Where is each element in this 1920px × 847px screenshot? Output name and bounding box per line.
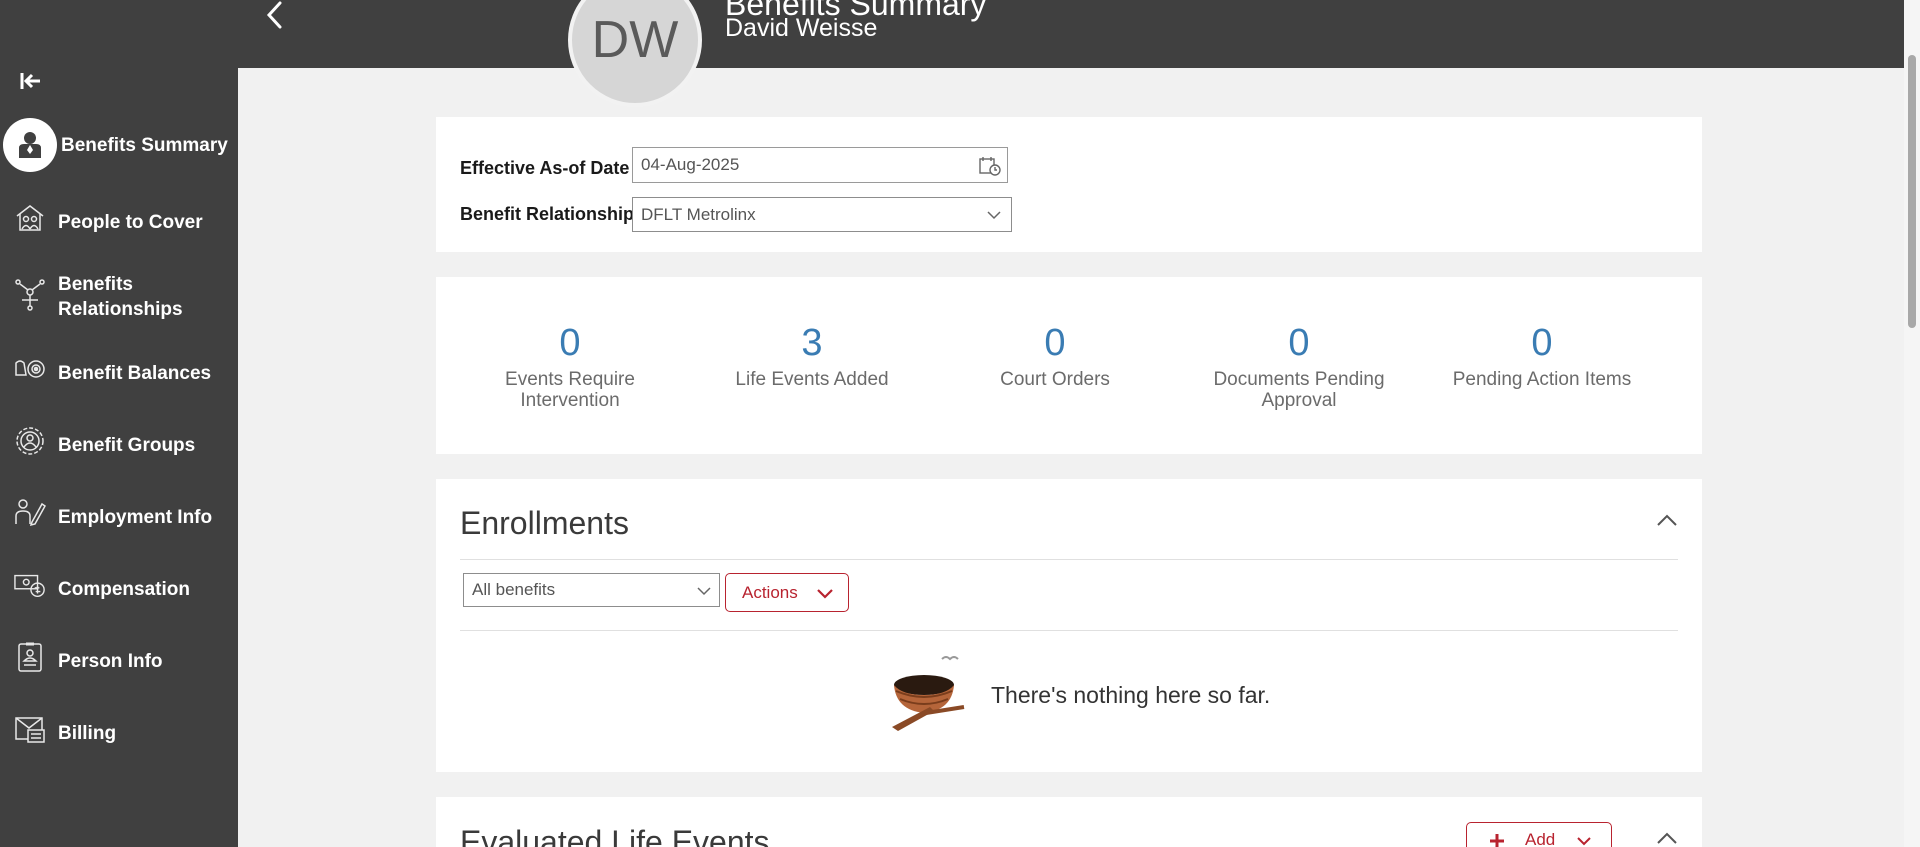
balances-icon (14, 353, 46, 385)
effective-date-value: 04-Aug-2025 (641, 155, 740, 174)
collapse-section-icon[interactable] (1656, 513, 1678, 527)
sidebar-item-label: Person Info (58, 651, 163, 672)
sidebar-item-benefits-relationships[interactable]: Benefits Relationships (0, 270, 238, 324)
sidebar-item-label: Benefit Balances (58, 363, 212, 384)
page-header: DW Benefits Summary David Weisse (238, 0, 1920, 107)
benefit-relationship-label: Benefit Relationship (460, 204, 635, 224)
sidebar-item-benefit-groups[interactable]: Benefit Groups (0, 424, 238, 464)
life-events-title: Evaluated Life Events (460, 824, 770, 847)
person-name: David Weisse (725, 14, 878, 42)
life-events-card: Evaluated Life Events Add (436, 797, 1702, 847)
metric-label: Life Events Added (735, 369, 889, 390)
benefits-filter-select[interactable]: All benefits (463, 573, 720, 607)
benefits-filter-value: All benefits (472, 580, 556, 599)
actions-button[interactable]: Actions (725, 573, 849, 612)
effective-date-label: Effective As-of Date (460, 158, 630, 178)
effective-date-input[interactable]: 04-Aug-2025 (632, 147, 1008, 183)
metric-label: Events Require (505, 369, 635, 390)
metric-value: 0 (1288, 322, 1310, 364)
metric-value: 0 (1531, 322, 1553, 364)
house-people-icon (14, 202, 46, 234)
page-scrollbar[interactable] (1904, 0, 1920, 847)
metric-value: 3 (801, 322, 823, 364)
nest-icon (892, 656, 965, 731)
sidebar-item-person-info[interactable]: Person Info (0, 640, 238, 680)
add-label: Add (1525, 830, 1556, 847)
person-icon (3, 118, 57, 172)
chevron-left-icon (266, 1, 282, 29)
metric-value: 0 (559, 322, 581, 364)
scrollbar-thumb[interactable] (1908, 55, 1916, 328)
collapse-left-icon (20, 73, 40, 89)
empty-nest-illustration (886, 655, 966, 735)
sidebar-item-benefit-balances[interactable]: Benefit Balances (0, 352, 238, 392)
sidebar-item-label: Employment Info (58, 507, 213, 528)
sidebar-item-label: Benefits Summary (61, 135, 228, 156)
enrollments-card: Enrollments All benefits Actions There's… (436, 479, 1702, 772)
hierarchy-icon (14, 278, 46, 311)
metric-documents-pending-approval[interactable]: 0 Documents Pending Approval (1199, 321, 1399, 411)
metric-label: Pending Action Items (1452, 369, 1632, 390)
badge-icon (14, 641, 46, 673)
sidebar-item-benefits-summary[interactable]: Benefits Summary (0, 117, 238, 173)
chevron-down-icon (697, 587, 711, 596)
sidebar-item-label: Compensation (58, 579, 190, 600)
divider (460, 630, 1678, 631)
metric-life-events-added[interactable]: 3 Life Events Added (712, 321, 912, 390)
avatar: DW (568, 0, 702, 107)
chevron-down-icon (1577, 837, 1591, 846)
metric-label: Approval (1261, 390, 1337, 411)
metric-value: 0 (1044, 322, 1066, 364)
employment-icon (14, 496, 46, 528)
metric-events-require-intervention[interactable]: 0 Events Require Intervention (470, 321, 670, 411)
sidebar-item-label: Benefits Relationships (58, 274, 183, 320)
collapse-sidebar-button[interactable] (18, 68, 44, 94)
billing-icon (14, 713, 46, 745)
actions-label: Actions (742, 582, 798, 602)
groups-gear-icon (14, 425, 46, 457)
sidebar: Benefits Summary People to Cover Benefit… (0, 0, 238, 847)
metric-label: Court Orders (1000, 369, 1110, 390)
metric-label: Documents Pending (1213, 369, 1385, 390)
collapse-section-icon[interactable] (1656, 831, 1678, 845)
compensation-icon (14, 569, 46, 601)
empty-state-message: There's nothing here so far. (991, 682, 1271, 708)
filter-card: Effective As-of Date 04-Aug-2025 Benefit… (436, 117, 1702, 252)
plus-icon (1490, 834, 1504, 847)
benefit-relationship-select[interactable]: DFLT Metrolinx (632, 197, 1012, 232)
calendar-icon[interactable] (979, 156, 1001, 176)
chevron-down-icon (817, 589, 833, 599)
enrollments-title: Enrollments (460, 505, 629, 541)
metric-pending-action-items[interactable]: 0 Pending Action Items (1442, 321, 1642, 390)
sidebar-item-label: Billing (58, 723, 117, 744)
divider (460, 559, 1678, 560)
sidebar-item-billing[interactable]: Billing (0, 712, 238, 752)
chevron-down-icon (987, 211, 1001, 220)
metric-court-orders[interactable]: 0 Court Orders (955, 321, 1155, 390)
back-button[interactable] (260, 0, 290, 34)
sidebar-item-employment-info[interactable]: Employment Info (0, 496, 238, 536)
benefit-relationship-value: DFLT Metrolinx (641, 204, 756, 224)
sidebar-item-label: People to Cover (58, 212, 203, 233)
sidebar-item-people-to-cover[interactable]: People to Cover (0, 200, 238, 240)
metric-label: Intervention (520, 390, 620, 411)
sidebar-item-label: Benefit Groups (58, 435, 196, 456)
metrics-card: 0 Events Require Intervention 3 Life Eve… (436, 277, 1702, 454)
add-life-event-button[interactable]: Add (1466, 822, 1612, 847)
sidebar-item-compensation[interactable]: Compensation (0, 568, 238, 608)
